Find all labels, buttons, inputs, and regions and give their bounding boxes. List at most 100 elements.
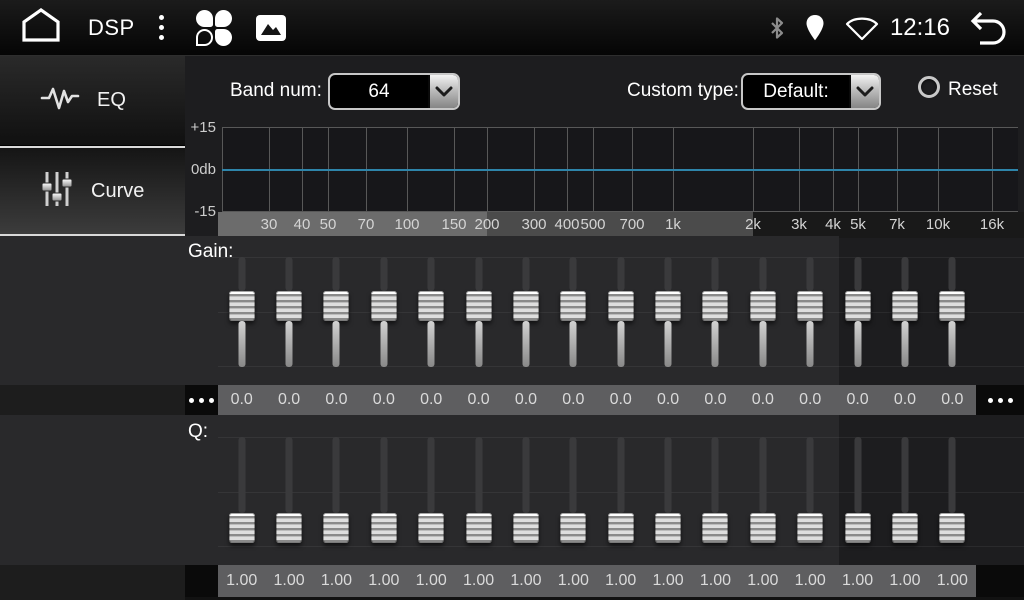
q-slider[interactable]	[939, 435, 965, 549]
q-slider[interactable]	[418, 435, 444, 549]
slider-thumb[interactable]	[750, 513, 776, 543]
slider-track-lower	[618, 321, 625, 367]
y-axis-label: +15	[182, 119, 216, 136]
slider-thumb[interactable]	[466, 291, 492, 321]
q-slider[interactable]	[466, 435, 492, 549]
kebab-menu-icon[interactable]	[155, 11, 168, 44]
wifi-icon	[844, 14, 880, 42]
slider-track-upper	[807, 437, 814, 513]
q-value: 1.00	[408, 565, 455, 597]
slider-thumb[interactable]	[513, 513, 539, 543]
sidebar-item-eq[interactable]: EQ	[0, 56, 185, 146]
slider-thumb[interactable]	[750, 291, 776, 321]
clover-apps-icon[interactable]	[196, 10, 232, 46]
slider-thumb[interactable]	[323, 291, 349, 321]
slider-thumb[interactable]	[608, 291, 634, 321]
slider-thumb[interactable]	[892, 513, 918, 543]
slider-track-upper	[428, 257, 435, 291]
q-slider[interactable]	[371, 435, 397, 549]
slider-thumb[interactable]	[323, 513, 349, 543]
slider-thumb[interactable]	[702, 513, 728, 543]
slider-thumb[interactable]	[229, 513, 255, 543]
slider-thumb[interactable]	[560, 513, 586, 543]
slider-thumb[interactable]	[655, 291, 681, 321]
q-slider[interactable]	[276, 435, 302, 549]
gain-slider[interactable]	[371, 255, 397, 369]
slider-thumb[interactable]	[229, 291, 255, 321]
q-slider[interactable]	[560, 435, 586, 549]
gain-slider[interactable]	[892, 255, 918, 369]
slider-thumb[interactable]	[939, 291, 965, 321]
gallery-icon[interactable]	[256, 15, 286, 41]
gain-value: 0.0	[360, 385, 407, 415]
gain-slider[interactable]	[939, 255, 965, 369]
slider-thumb[interactable]	[513, 291, 539, 321]
y-axis-label: -15	[182, 203, 216, 220]
slider-thumb[interactable]	[845, 513, 871, 543]
gain-slider[interactable]	[797, 255, 823, 369]
sidebar-item-curve[interactable]: Curve	[0, 146, 185, 236]
slider-thumb[interactable]	[276, 291, 302, 321]
gain-slider[interactable]	[608, 255, 634, 369]
slider-track-upper	[239, 437, 246, 513]
slider-thumb[interactable]	[797, 513, 823, 543]
slider-thumb[interactable]	[466, 513, 492, 543]
frequency-scale-bar[interactable]: 304050701001502003004005007001k2k3k4k5k7…	[218, 212, 1024, 238]
slider-thumb[interactable]	[418, 291, 444, 321]
gain-slider[interactable]	[560, 255, 586, 369]
slider-thumb[interactable]	[371, 291, 397, 321]
q-slider[interactable]	[513, 435, 539, 549]
q-value: 1.00	[787, 565, 834, 597]
location-icon	[804, 14, 826, 42]
gain-slider[interactable]	[418, 255, 444, 369]
slider-thumb[interactable]	[608, 513, 634, 543]
custom-type-dropdown[interactable]: Default:	[741, 73, 881, 110]
gain-slider[interactable]	[845, 255, 871, 369]
slider-thumb[interactable]	[371, 513, 397, 543]
slider-track-upper	[476, 257, 483, 291]
eq-curve-plot[interactable]	[222, 127, 1018, 212]
slider-thumb[interactable]	[276, 513, 302, 543]
slider-thumb[interactable]	[418, 513, 444, 543]
slider-track-lower	[333, 321, 340, 367]
home-icon[interactable]	[18, 6, 64, 49]
q-slider[interactable]	[845, 435, 871, 549]
gain-slider[interactable]	[229, 255, 255, 369]
slider-track-upper	[902, 257, 909, 291]
gain-slider[interactable]	[276, 255, 302, 369]
slider-track-upper	[665, 257, 672, 291]
reset-radio-button[interactable]	[918, 76, 940, 98]
q-slider[interactable]	[323, 435, 349, 549]
gain-slider[interactable]	[702, 255, 728, 369]
gain-slider[interactable]	[655, 255, 681, 369]
gain-slider[interactable]	[466, 255, 492, 369]
gain-value: 0.0	[692, 385, 739, 415]
q-slider[interactable]	[608, 435, 634, 549]
page-title: DSP	[88, 15, 135, 41]
q-slider[interactable]	[655, 435, 681, 549]
slider-thumb[interactable]	[560, 291, 586, 321]
slider-thumb[interactable]	[892, 291, 918, 321]
gain-slider[interactable]	[323, 255, 349, 369]
q-slider[interactable]	[750, 435, 776, 549]
q-more-right-button[interactable]	[976, 565, 1024, 597]
slider-track-lower	[570, 321, 577, 367]
band-num-label: Band num:	[230, 80, 322, 102]
gain-value: 0.0	[929, 385, 976, 415]
q-slider[interactable]	[892, 435, 918, 549]
q-more-left-button[interactable]	[185, 565, 218, 597]
band-num-dropdown[interactable]: 64	[328, 73, 460, 110]
slider-thumb[interactable]	[845, 291, 871, 321]
gain-slider[interactable]	[513, 255, 539, 369]
q-slider[interactable]	[702, 435, 728, 549]
back-icon[interactable]	[964, 10, 1006, 46]
q-slider[interactable]	[797, 435, 823, 549]
slider-thumb[interactable]	[702, 291, 728, 321]
q-slider[interactable]	[229, 435, 255, 549]
slider-thumb[interactable]	[939, 513, 965, 543]
slider-thumb[interactable]	[655, 513, 681, 543]
gain-more-left-button[interactable]	[185, 385, 218, 415]
gain-slider[interactable]	[750, 255, 776, 369]
slider-thumb[interactable]	[797, 291, 823, 321]
gain-more-right-button[interactable]	[976, 385, 1024, 415]
